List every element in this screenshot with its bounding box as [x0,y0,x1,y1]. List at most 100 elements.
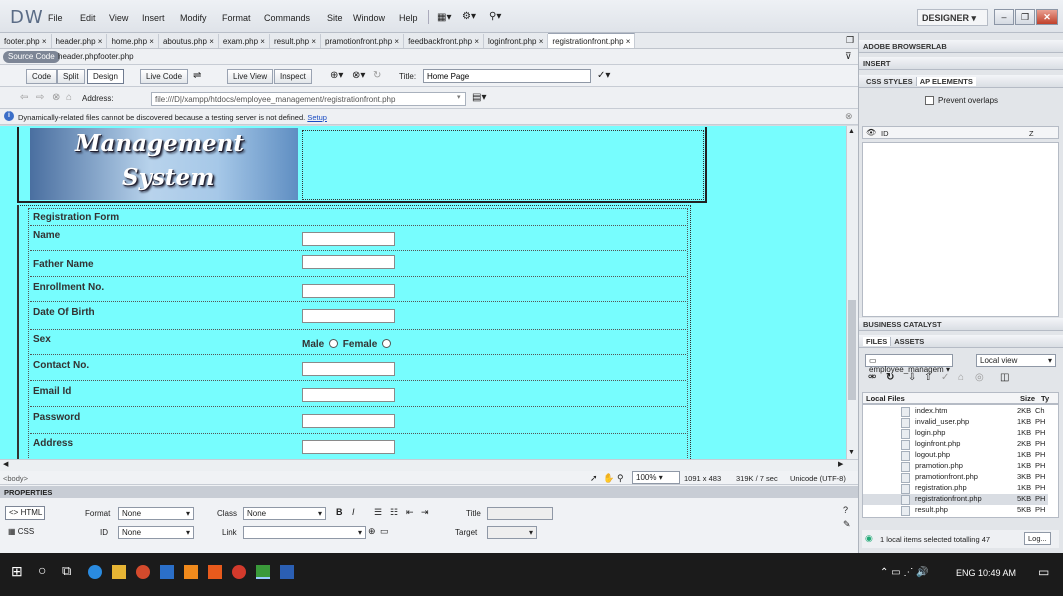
split-view-button[interactable]: Split [57,69,85,84]
scroll-left-icon[interactable]: ◀ [3,460,8,468]
file-row-selected[interactable]: registrationfront.php 5KB PH [863,494,1048,505]
close-icon[interactable]: ✕ [1036,9,1058,25]
menu-insert[interactable]: Insert [142,13,165,23]
file-row[interactable]: index.htm 2KB Ch [863,406,1048,417]
file-row[interactable]: result.php 5KB PH [863,505,1048,516]
quick-tag-icon[interactable]: ✎ [843,519,851,530]
notifications-icon[interactable]: ▭ [1038,565,1049,579]
check-page-icon[interactable]: ✓▾ [597,70,610,81]
language-indicator[interactable]: ENG [956,568,976,578]
related-footer[interactable]: footer.php [98,52,134,61]
ap-col-z[interactable]: Z [1029,129,1034,138]
insert-panel-header[interactable]: INSERT [859,57,1063,70]
info-close-icon[interactable]: ⊗ [845,111,853,122]
menu-edit[interactable]: Edit [80,13,96,23]
windows-start-icon[interactable]: ⊞ [11,563,23,580]
canvas-horizontal-scrollbar[interactable] [0,459,858,471]
class-select[interactable]: None ▾ [243,507,326,520]
tab-css-styles[interactable]: CSS STYLES [863,77,916,86]
ordered-list-icon[interactable]: ☷ [390,507,398,518]
clock[interactable]: 10:49 AM [978,568,1016,578]
bold-icon[interactable]: B [336,507,343,517]
tab-pramotionfront[interactable]: pramotionfront.php × [321,34,405,48]
id-select[interactable]: None ▾ [118,526,194,539]
window-size[interactable]: 1091 x 483 [684,474,721,483]
edge-icon[interactable] [88,565,102,579]
workspace-switcher[interactable]: DESIGNER ▾ [917,9,988,26]
format-select[interactable]: None ▾ [118,507,194,520]
italic-icon[interactable]: I [352,507,355,517]
name-input[interactable] [302,232,395,246]
put-files-icon[interactable]: ⇧ [924,372,932,383]
file-row[interactable]: registration.php 1KB PH [863,483,1048,494]
outdent-icon[interactable]: ⇤ [406,507,414,518]
indent-icon[interactable]: ⇥ [421,507,429,518]
task-view-icon[interactable]: ⧉ [62,563,71,579]
app2-icon[interactable] [208,565,222,579]
sync-icon[interactable]: ◎ [975,372,984,383]
link-input[interactable]: ▾ [243,526,366,539]
select-tool-icon[interactable]: ➚ [590,473,598,484]
scroll-up-icon[interactable]: ▲ [848,128,855,135]
search-icon[interactable]: ○ [38,562,46,578]
chrome-icon[interactable] [136,565,150,579]
refresh-icon[interactable]: ↻ [373,70,381,81]
prevent-overlaps-checkbox[interactable] [925,96,934,105]
title-input[interactable] [423,69,591,83]
tag-selector[interactable]: <body> [3,474,28,483]
filter-icon[interactable]: ⊽ [845,51,852,62]
tab-result[interactable]: result.php × [270,34,321,48]
zoom-select[interactable]: 100% ▾ [632,471,680,484]
gear-icon[interactable]: ⚙▾ [462,11,476,22]
scroll-down-icon[interactable]: ▼ [848,449,855,456]
help-icon[interactable]: ? [843,505,848,515]
site-select[interactable]: ▭ employee_managem ▾ [865,354,953,374]
dob-input[interactable] [302,309,395,323]
store-icon[interactable] [160,565,174,579]
menu-modify[interactable]: Modify [180,13,207,23]
expand-icon[interactable]: ◫ [1000,372,1009,383]
canvas-vertical-scrollbar[interactable] [846,126,858,459]
visual-aids-icon[interactable]: ⊗▾ [352,70,365,81]
business-catalyst-header[interactable]: BUSINESS CATALYST [859,318,1063,331]
tab-files[interactable]: FILES [863,337,891,346]
code-view-button[interactable]: Code [26,69,58,84]
tab-footer[interactable]: footer.php × [0,34,52,48]
word-icon[interactable] [280,565,294,579]
site-icon[interactable]: ⚲▾ [489,11,501,22]
forward-icon[interactable]: ⇨ [36,92,44,103]
email-input[interactable] [302,388,395,402]
checkout-icon[interactable]: ✓ [941,372,949,383]
view-select[interactable]: Local view ▾ [976,354,1056,367]
connect-icon[interactable]: ⚮ [868,372,876,383]
browserlab-panel-header[interactable]: ADOBE BROWSERLAB [859,40,1063,53]
tab-home[interactable]: home.php × [107,34,159,48]
female-radio[interactable] [382,339,392,348]
address-dropdown-icon[interactable]: ▾ [457,93,461,101]
file-row[interactable]: login.php 1KB PH [863,428,1048,439]
point-to-file-icon[interactable]: ⊕ [368,526,376,537]
unordered-list-icon[interactable]: ☰ [374,507,382,518]
file-row[interactable]: pramotionfront.php 3KB PH [863,472,1048,483]
enrollment-input[interactable] [302,284,395,298]
refresh-files-icon[interactable]: ↻ [886,372,894,383]
target-select[interactable]: ▾ [487,526,537,539]
local-files-col[interactable]: Local Files [866,394,905,403]
menu-format[interactable]: Format [222,13,251,23]
app-icon[interactable] [184,565,198,579]
menu-help[interactable]: Help [399,13,418,23]
tab-assets[interactable]: ASSETS [890,337,927,346]
browse-options-icon[interactable]: ▤▾ [472,92,486,103]
get-files-icon[interactable]: ⇩ [908,372,916,383]
address-input[interactable] [151,92,466,106]
related-header[interactable]: header.php [58,52,98,61]
browse-folder-icon[interactable]: ▭ [380,526,389,537]
tray-icons[interactable]: ⌃ ▭ ⋰ 🔊 [880,567,929,578]
tab-header[interactable]: header.php × [52,34,108,48]
vertical-scroll-thumb[interactable] [848,300,856,400]
restore-doc-icon[interactable]: ❐ [846,35,854,46]
dreamweaver-icon[interactable] [256,565,270,579]
ap-col-id[interactable]: ID [881,129,889,138]
browser-preview-icon[interactable]: ⊕▾ [330,70,343,81]
menu-file[interactable]: File [48,13,63,23]
